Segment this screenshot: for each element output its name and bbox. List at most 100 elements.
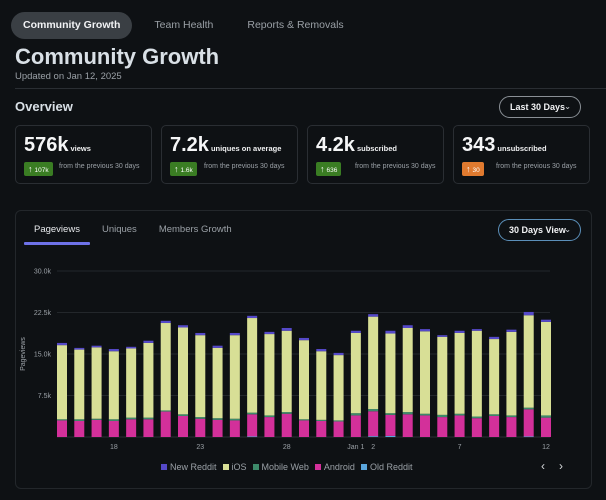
bar-segment-ios	[420, 331, 430, 414]
bar-segment-ios	[195, 335, 206, 418]
bar-segment-new-reddit	[281, 327, 292, 331]
bar-segment-new-reddit	[178, 325, 188, 328]
bar-segment-android	[316, 420, 327, 437]
bar-segment-ios	[523, 315, 534, 408]
bar-segment-new-reddit	[385, 330, 396, 334]
bar-segment-android	[541, 417, 551, 437]
bar-segment-android	[281, 413, 292, 437]
bar-segment-new-reddit	[454, 330, 465, 333]
bar-segment-ios	[437, 336, 448, 415]
bar-segment-mobile-web	[247, 412, 258, 415]
legend-swatch	[222, 464, 229, 470]
bar-segment-android	[368, 411, 379, 437]
y-tick-label: 15.0k	[34, 352, 52, 359]
bar-segment-android	[385, 414, 396, 436]
bar-segment-ios	[57, 345, 67, 420]
bar-segment-new-reddit	[541, 319, 551, 322]
y-tick-label: 30.0k	[34, 269, 52, 276]
bar-segment-new-reddit	[126, 346, 137, 349]
bar-segment-mobile-web	[74, 419, 85, 421]
legend-item[interactable]: iOS	[222, 462, 247, 472]
bar-segment-new-reddit	[91, 345, 102, 348]
bar-segment-new-reddit	[437, 335, 448, 337]
legend-label: iOS	[231, 462, 247, 472]
bar-segment-android	[108, 420, 119, 437]
bar-segment-new-reddit	[420, 329, 430, 332]
bar-segment-mobile-web	[281, 412, 292, 414]
bar-segment-new-reddit	[506, 329, 517, 332]
bar-segment-mobile-web	[350, 413, 361, 416]
bar-segment-mobile-web	[333, 420, 344, 422]
bar-segment-ios	[299, 340, 309, 420]
bar-segment-ios	[178, 327, 188, 415]
next-page-button[interactable]: ›	[559, 459, 563, 473]
bar-segment-mobile-web	[108, 419, 119, 421]
bar-segment-mobile-web	[57, 419, 67, 421]
y-axis-title: Pageviews	[20, 337, 27, 371]
bar-segment-mobile-web	[91, 418, 102, 420]
bar-segment-mobile-web	[195, 417, 206, 419]
bar-segment-ios	[454, 332, 465, 414]
bar-segment-ios	[368, 316, 379, 410]
bar-segment-mobile-web	[506, 415, 517, 418]
bar-segment-mobile-web	[212, 418, 223, 420]
bar-segment-ios	[471, 330, 482, 417]
bar-segment-new-reddit	[57, 342, 67, 346]
legend-swatch	[252, 464, 259, 470]
bar-segment-mobile-web	[402, 412, 413, 415]
bar-segment-new-reddit	[316, 349, 327, 352]
bar-segment-ios	[402, 327, 413, 413]
x-tick-label: 28	[283, 444, 291, 451]
bar-segment-ios	[316, 351, 327, 420]
bar-segment-new-reddit	[489, 336, 500, 340]
bar-segment-ios	[143, 342, 154, 418]
bar-segment-new-reddit	[247, 315, 258, 319]
bar-segment-new-reddit	[299, 337, 309, 341]
bar-segment-ios	[333, 355, 344, 421]
bar-segment-new-reddit	[160, 320, 171, 324]
bar-segment-new-reddit	[212, 345, 223, 348]
y-tick-label: 22.5k	[34, 310, 52, 317]
legend-item[interactable]: Android	[314, 462, 355, 472]
legend-item[interactable]: New Reddit	[161, 462, 217, 472]
bar-segment-mobile-web	[126, 417, 137, 420]
bar-segment-mobile-web	[299, 419, 309, 421]
bar-segment-android	[91, 419, 102, 437]
legend-label: Mobile Web	[261, 462, 309, 472]
x-tick-label: 12	[542, 444, 550, 451]
legend-label: New Reddit	[170, 462, 217, 472]
chart-legend: New Reddit iOS Mobile Web Android Old Reddit	[161, 462, 418, 472]
bar-segment-ios	[506, 331, 517, 416]
legend-swatch	[314, 464, 321, 470]
bar-segment-ios	[212, 347, 223, 419]
legend-item[interactable]: Old Reddit	[360, 462, 413, 472]
bar-segment-new-reddit	[523, 311, 534, 316]
bar-segment-ios	[160, 323, 171, 411]
x-tick-label: 18	[110, 444, 118, 451]
x-tick-label: 7	[458, 444, 462, 451]
bar-segment-android	[420, 415, 430, 437]
legend-item[interactable]: Mobile Web	[252, 462, 309, 472]
bar-segment-ios	[350, 332, 361, 414]
bar-segment-mobile-web	[454, 413, 465, 416]
bar-segment-mobile-web	[489, 414, 500, 416]
bar-segment-new-reddit	[74, 347, 85, 350]
x-tick-label: 2	[371, 444, 375, 451]
legend-label: Old Reddit	[369, 462, 413, 472]
x-tick-label: Jan 1	[347, 444, 364, 451]
bar-segment-ios	[108, 351, 119, 420]
x-tick-label: 23	[196, 444, 204, 451]
bar-segment-ios	[229, 335, 240, 419]
y-tick-label: 7.5k	[38, 393, 52, 400]
bar-segment-mobile-web	[420, 413, 430, 416]
bar-segment-android	[402, 414, 413, 437]
bar-segment-new-reddit	[350, 330, 361, 333]
bar-segment-mobile-web	[523, 407, 534, 410]
bar-segment-new-reddit	[143, 340, 154, 343]
bar-segment-android	[195, 418, 206, 437]
bar-segment-android	[489, 415, 500, 437]
bar-segment-new-reddit	[108, 349, 119, 352]
bar-segment-android	[247, 414, 258, 437]
bar-segment-mobile-web	[385, 413, 396, 415]
prev-page-button[interactable]: ‹	[541, 459, 545, 473]
